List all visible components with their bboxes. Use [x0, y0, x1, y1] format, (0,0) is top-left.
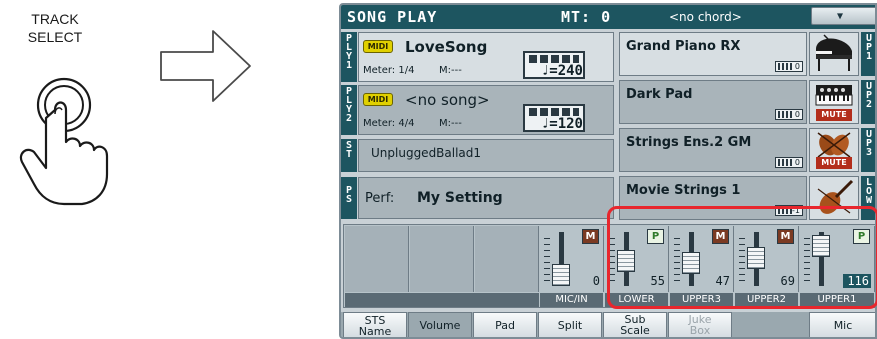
tab-sub-scale[interactable]: Sub Scale: [603, 312, 667, 337]
fader-knob[interactable]: [552, 264, 570, 286]
sound-panel-upper2[interactable]: Dark Pad 0: [619, 80, 807, 124]
manual-flag[interactable]: M: [582, 229, 599, 244]
hand-pressing-button-icon: [19, 77, 109, 206]
page-title: SONG PLAY: [347, 8, 438, 26]
empty-channel-slot: [345, 226, 409, 292]
midi-badge: MIDI: [363, 40, 393, 53]
mute-badge[interactable]: MUTE: [816, 109, 852, 121]
tab-label: Split: [557, 319, 583, 332]
player1-tempo-value: ♩=240: [540, 63, 583, 79]
player1-measure: M:---: [439, 65, 462, 76]
sound-name: Movie Strings 1: [626, 183, 741, 198]
sound-name: Strings Ens.2 GM: [626, 135, 752, 150]
track-highlight-frame: [607, 206, 877, 309]
mute-badge[interactable]: MUTE: [816, 157, 852, 169]
player1-meter: Meter: 1/4: [363, 65, 415, 76]
channel-label: MIC/IN: [540, 293, 603, 307]
style-panel[interactable]: UnpluggedBallad1: [358, 139, 614, 172]
tab-jukebox[interactable]: Juke Box: [668, 312, 732, 337]
empty-channel-slot: [410, 226, 474, 292]
player2-tempo-value: ♩=120: [540, 116, 583, 132]
channel-level: 0: [592, 274, 600, 288]
tab-mic[interactable]: Mic: [809, 312, 875, 337]
tab-label: Mic: [833, 319, 853, 332]
chevron-down-icon: ▼: [837, 11, 844, 22]
performance-panel[interactable]: Perf: My Setting: [358, 177, 614, 219]
octave-indicator: 0: [775, 109, 803, 120]
tab-player1[interactable]: PLY1: [341, 32, 357, 82]
fader-scale: [544, 238, 550, 284]
empty-channel-slot: [475, 226, 539, 292]
tab-label: Box: [689, 324, 711, 337]
sound-panel-upper3[interactable]: Strings Ens.2 GM 0: [619, 128, 807, 172]
tab-volume[interactable]: Volume: [408, 312, 472, 337]
synth-keyboard-icon[interactable]: MUTE: [809, 80, 859, 124]
sound-name: Dark Pad: [626, 87, 693, 102]
octave-indicator: 0: [775, 61, 803, 72]
perf-name: My Setting: [417, 190, 503, 206]
tab-upper2[interactable]: UP2: [861, 80, 875, 124]
channel-strip-micin[interactable]: M0: [540, 226, 604, 292]
tab-pad[interactable]: Pad: [473, 312, 537, 337]
midi-badge: MIDI: [363, 93, 393, 106]
player1-tempo[interactable]: ♩=240: [523, 51, 585, 79]
empty-label-strip: [345, 293, 539, 307]
perf-label: Perf:: [365, 191, 395, 206]
master-transpose: MT: 0: [561, 8, 612, 26]
track-select-caption-line1: TRACK: [31, 11, 79, 27]
track-select-caption: TRACK SELECT: [0, 10, 110, 46]
right-arrow-icon: [160, 30, 251, 102]
octave-indicator: 0: [775, 157, 803, 168]
player2-tempo[interactable]: ♩=120: [523, 104, 585, 132]
player1-panel[interactable]: MIDI LoveSong Meter: 1/4 M:--- ♩=240: [358, 32, 614, 82]
chord-display: <no chord>: [669, 10, 742, 24]
page-menu-button[interactable]: ▼: [811, 7, 875, 25]
tab-style[interactable]: ST: [341, 139, 357, 172]
tab-label: Scale: [620, 324, 650, 337]
tab-split[interactable]: Split: [538, 312, 602, 337]
style-name: UnpluggedBallad1: [371, 146, 482, 160]
tab-label: Volume: [419, 319, 461, 332]
strings-section-icon[interactable]: MUTE: [809, 128, 859, 172]
tab-label: Name: [358, 325, 392, 338]
tab-upper1[interactable]: UP1: [861, 32, 875, 76]
tab-performance[interactable]: PS: [341, 177, 357, 219]
player2-meter: Meter: 4/4: [363, 118, 415, 129]
sound-name: Grand Piano RX: [626, 39, 741, 54]
player2-song-name: <no song>: [405, 91, 490, 109]
tab-sts-name[interactable]: STS Name: [343, 312, 407, 338]
track-select-caption-line2: SELECT: [27, 29, 83, 45]
sound-panel-upper1[interactable]: Grand Piano RX 0: [619, 32, 807, 76]
player2-measure: M:---: [439, 118, 462, 129]
tab-bar: STS Name Volume Pad Split Sub Scale Juke…: [341, 312, 875, 338]
player1-song-name: LoveSong: [405, 38, 488, 56]
tab-player2[interactable]: PLY2: [341, 85, 357, 135]
grand-piano-icon[interactable]: [809, 32, 859, 76]
player2-panel[interactable]: MIDI <no song> Meter: 4/4 M:--- ♩=120: [358, 85, 614, 135]
header-bar: SONG PLAY MT: 0 <no chord> ▼: [341, 5, 875, 29]
tab-upper3[interactable]: UP3: [861, 128, 875, 172]
tab-label: Pad: [495, 319, 515, 332]
